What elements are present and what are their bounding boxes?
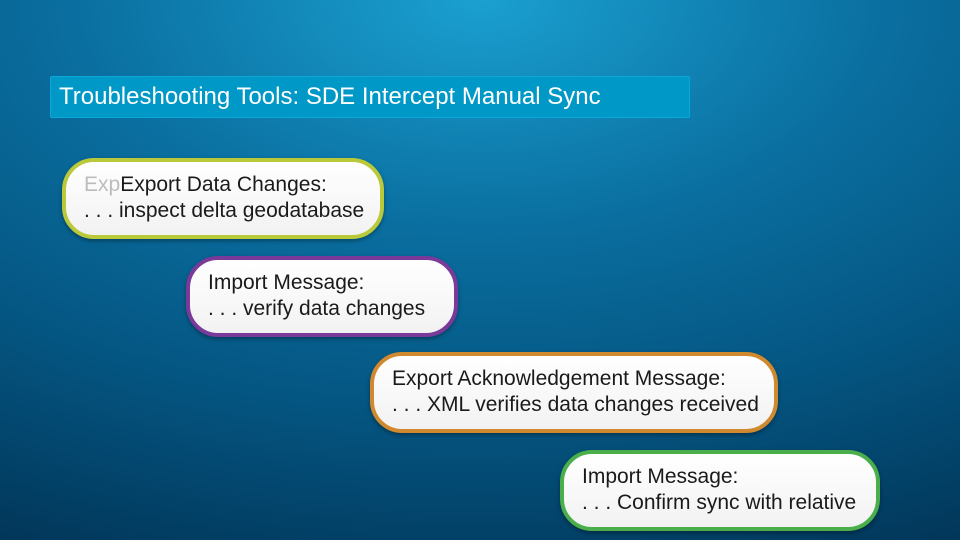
step-1-title: Export Data Changes:: [120, 173, 327, 196]
step-2-line2: . . . verify data changes: [208, 296, 436, 322]
step-4-title: Import Message:: [582, 465, 738, 488]
step-2-line1: Import Message:: [208, 270, 436, 296]
step-1-line1: ExpExport Data Changes:: [84, 172, 362, 198]
step-3-line1: Export Acknowledgement Message:: [392, 366, 756, 392]
step-1-line2: . . . inspect delta geodatabase: [84, 198, 362, 224]
slide-title-bar: Troubleshooting Tools: SDE Intercept Man…: [50, 76, 690, 118]
step-4-line2: . . . Confirm sync with relative: [582, 490, 858, 516]
step-1-prefix: Exp: [84, 173, 120, 196]
step-2-title: Import Message:: [208, 271, 364, 294]
step-3-title: Export Acknowledgement Message:: [392, 367, 726, 390]
slide-title: Troubleshooting Tools: SDE Intercept Man…: [59, 83, 601, 111]
slide: Troubleshooting Tools: SDE Intercept Man…: [0, 0, 960, 540]
step-3-pill: Export Acknowledgement Message: . . . XM…: [370, 352, 778, 433]
step-4-line1: Import Message:: [582, 464, 858, 490]
step-1-pill: ExpExport Data Changes: . . . inspect de…: [62, 158, 384, 239]
step-3-line2: . . . XML verifies data changes received: [392, 392, 756, 418]
step-4-pill: Import Message: . . . Confirm sync with …: [560, 450, 880, 531]
step-2-pill: Import Message: . . . verify data change…: [186, 256, 458, 337]
